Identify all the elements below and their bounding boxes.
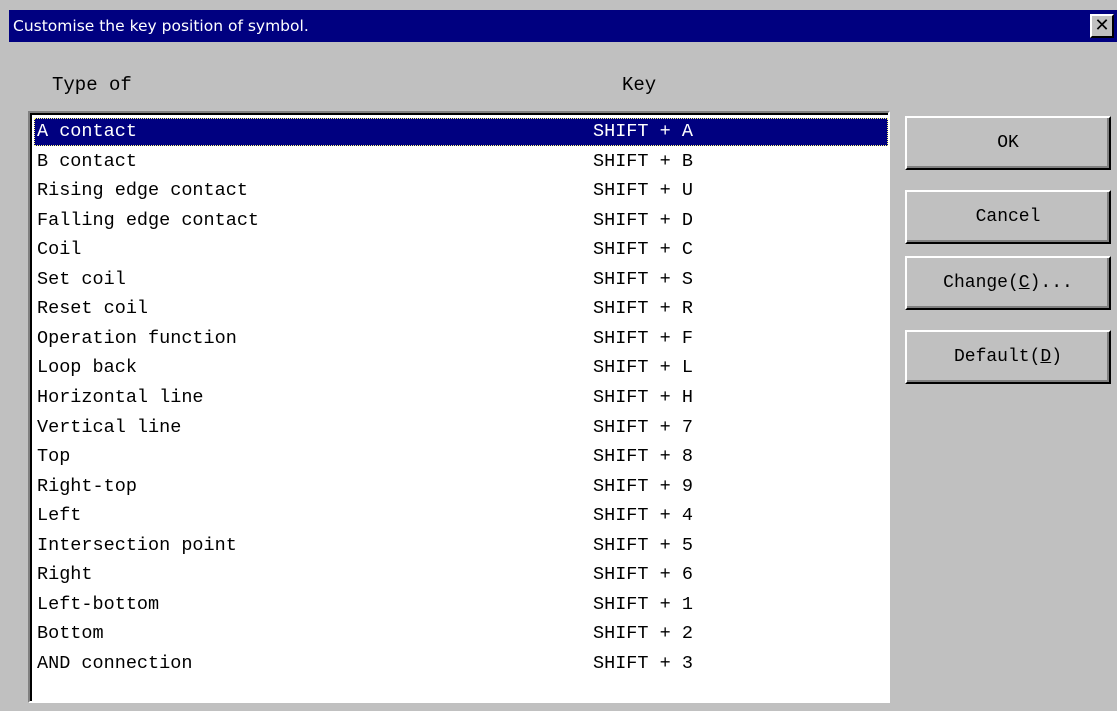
ok-button-label: OK [997,133,1019,153]
list-item-type: Left [37,505,82,527]
title-bar[interactable]: Customise the key position of symbol. ✕ [9,10,1117,42]
list-item-key: SHIFT + L [593,357,693,379]
list-item-type: Falling edge contact [37,209,260,231]
list-item-type: Bottom [37,623,104,645]
cancel-button[interactable]: Cancel [905,190,1111,244]
list-item[interactable]: Falling edge contact SHIFT + D [34,207,888,235]
list-item-type: Loop back [37,357,137,379]
list-item[interactable]: Top SHIFT + 8 [34,443,888,471]
list-item-type: AND connection [37,652,193,674]
list-item-key: SHIFT + 4 [593,505,693,527]
list-item[interactable]: Right-top SHIFT + 9 [34,473,888,501]
list-item[interactable]: A contact SHIFT + A [34,118,888,146]
list-item[interactable]: AND connection SHIFT + 3 [34,650,888,678]
ok-button[interactable]: OK [905,116,1111,170]
list-item[interactable]: Loop back SHIFT + L [34,354,888,382]
close-icon: ✕ [1094,15,1110,36]
list-item-type: A contact [37,121,137,142]
list-item[interactable]: Left-bottom SHIFT + 1 [34,591,888,619]
list-item-type: Coil [37,239,82,261]
list-item-key: SHIFT + A [593,121,693,142]
list-item-key: SHIFT + F [593,327,693,349]
list-item[interactable]: Horizontal line SHIFT + H [34,384,888,412]
list-item[interactable]: Reset coil SHIFT + R [34,295,888,323]
list-item-type: Operation function [37,327,237,349]
list-item-type: Intersection point [37,534,237,556]
list-item-key: SHIFT + R [593,298,693,320]
change-button[interactable]: Change(C)... [905,256,1111,310]
list-item-key: SHIFT + H [593,386,693,408]
list-item[interactable]: Set coil SHIFT + S [34,266,888,294]
dialog-window: Customise the key position of symbol. ✕ … [0,0,1117,711]
default-button[interactable]: Default(D) [905,330,1111,384]
list-item-type: Set coil [37,268,126,290]
list-item-key: SHIFT + 7 [593,416,693,438]
list-item-type: B contact [37,150,137,172]
column-header-key: Key [622,74,657,96]
list-item-type: Rising edge contact [37,180,248,202]
list-item-key: SHIFT + 1 [593,593,693,615]
list-item[interactable]: B contact SHIFT + B [34,148,888,176]
list-item-type: Right [37,564,93,586]
list-body: A contact SHIFT + A B contact SHIFT + B Risi… [30,113,888,701]
list-item-key: SHIFT + B [593,150,693,172]
column-header-type: Type of [52,74,132,96]
list-item-type: Right-top [37,475,137,497]
close-button[interactable]: ✕ [1090,14,1114,38]
list-item-key: SHIFT + 9 [593,475,693,497]
list-item[interactable]: Intersection point SHIFT + 5 [34,532,888,560]
list-item-key: SHIFT + U [593,180,693,202]
list-item[interactable]: Operation function SHIFT + F [34,325,888,353]
window-title: Customise the key position of symbol. [13,17,309,35]
list-item[interactable]: Coil SHIFT + C [34,236,888,264]
list-item-type: Horizontal line [37,386,204,408]
list-item[interactable]: Right SHIFT + 6 [34,561,888,589]
list-item-key: SHIFT + 8 [593,446,693,468]
list-item-key: SHIFT + 6 [593,564,693,586]
change-button-label: Change(C)... [943,273,1073,293]
list-item-type: Left-bottom [37,593,160,615]
symbol-key-list[interactable]: A contact SHIFT + A B contact SHIFT + B Risi… [28,111,890,703]
cancel-button-label: Cancel [975,207,1041,227]
list-item-type: Top [37,446,71,468]
list-item-key: SHIFT + S [593,268,693,290]
list-item[interactable]: Left SHIFT + 4 [34,502,888,530]
list-item-type: Vertical line [37,416,182,438]
list-item-key: SHIFT + D [593,209,693,231]
list-item-key: SHIFT + 5 [593,534,693,556]
list-item-key: SHIFT + C [593,239,693,261]
default-button-label: Default(D) [953,347,1063,367]
list-item[interactable]: Rising edge contact SHIFT + U [34,177,888,205]
list-item-key: SHIFT + 3 [593,652,693,674]
list-item[interactable]: Bottom SHIFT + 2 [34,620,888,648]
list-item-type: Reset coil [37,298,149,320]
list-item[interactable]: Vertical line SHIFT + 7 [34,414,888,442]
list-item-key: SHIFT + 2 [593,623,693,645]
